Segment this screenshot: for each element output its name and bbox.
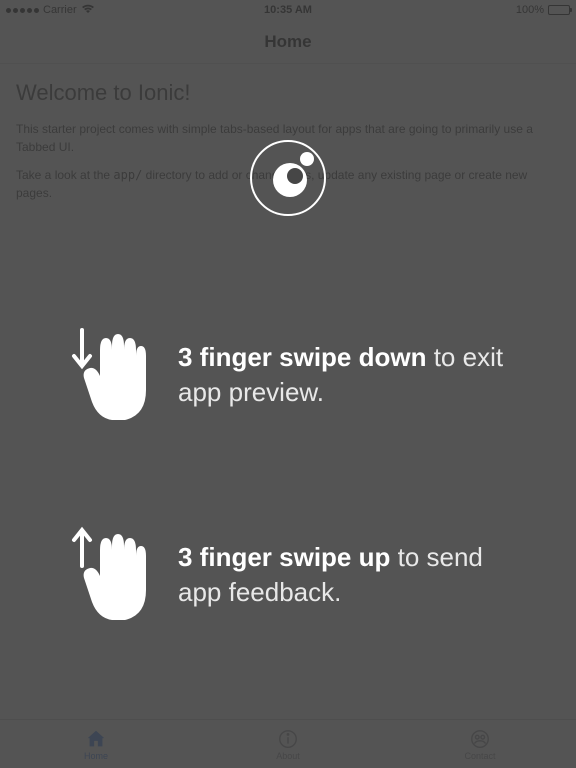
hand-swipe-up-icon bbox=[70, 520, 150, 630]
preview-overlay[interactable]: 3 finger swipe down to exit app preview.… bbox=[0, 0, 576, 768]
gesture-swipe-up: 3 finger swipe up to send app feedback. bbox=[70, 520, 526, 630]
swipe-up-text: 3 finger swipe up to send app feedback. bbox=[178, 540, 526, 610]
swipe-down-text: 3 finger swipe down to exit app preview. bbox=[178, 340, 526, 410]
gesture-swipe-down: 3 finger swipe down to exit app preview. bbox=[70, 320, 526, 430]
screen: Carrier 10:35 AM 100% Home Welcome to Io… bbox=[0, 0, 576, 768]
hand-swipe-down-icon bbox=[70, 320, 150, 430]
swipe-up-bold: 3 finger swipe up bbox=[178, 542, 390, 572]
swipe-down-bold: 3 finger swipe down bbox=[178, 342, 426, 372]
loading-spinner-icon bbox=[250, 140, 326, 216]
